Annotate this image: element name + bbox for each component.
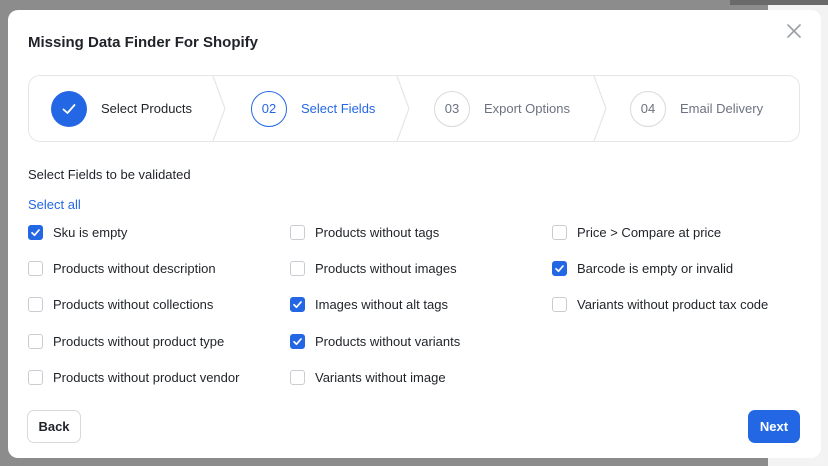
check-icon [51, 90, 87, 127]
next-button[interactable]: Next [748, 410, 800, 443]
step-label: Email Delivery [680, 101, 764, 116]
field-checkbox[interactable]: Variants without image [290, 367, 446, 387]
checkbox[interactable] [552, 296, 567, 312]
checkbox-label: Products without description [53, 260, 216, 276]
checkmark-icon [31, 228, 40, 236]
background-strip [730, 0, 828, 5]
checkbox[interactable] [28, 224, 43, 240]
checkbox-label: Barcode is empty or invalid [577, 260, 734, 276]
checkbox-label: Price > Compare at price [577, 224, 722, 240]
checkbox[interactable] [290, 224, 305, 240]
step-email-delivery[interactable]: 04 Email Delivery [630, 76, 763, 141]
close-icon[interactable] [783, 20, 805, 42]
field-checkbox[interactable]: Products without product type [28, 331, 224, 351]
checkbox-label: Images without alt tags [315, 296, 448, 312]
step-number: 04 [630, 90, 666, 127]
checkbox-label: Products without product type [53, 333, 225, 349]
checkbox[interactable] [28, 296, 43, 312]
checkbox[interactable] [290, 333, 305, 349]
checkmark-icon [293, 337, 302, 345]
select-all-link[interactable]: Select all [28, 197, 81, 212]
field-checkbox[interactable]: Products without product vendor [28, 367, 239, 387]
checkbox[interactable] [290, 260, 305, 276]
modal-dialog: Missing Data Finder For Shopify Select P… [8, 10, 821, 458]
checkmark-icon [293, 300, 302, 308]
back-button[interactable]: Back [27, 410, 81, 443]
step-number: 03 [434, 90, 470, 127]
step-export-options[interactable]: 03 Export Options [434, 76, 570, 141]
checkbox[interactable] [28, 260, 43, 276]
step-number: 02 [251, 90, 287, 127]
checkbox-label: Sku is empty [53, 224, 128, 240]
field-checkbox[interactable]: Sku is empty [28, 222, 127, 242]
chevron-right-icon [593, 76, 607, 141]
checkbox[interactable] [290, 296, 305, 312]
checkbox[interactable] [552, 224, 567, 240]
field-checkbox[interactable]: Products without variants [290, 331, 460, 351]
checkmark-icon [555, 264, 564, 272]
chevron-right-icon [212, 76, 226, 141]
modal-title: Missing Data Finder For Shopify [28, 34, 259, 51]
checkbox-label: Variants without image [315, 369, 446, 385]
field-checkbox[interactable]: Price > Compare at price [552, 222, 721, 242]
field-checkbox[interactable]: Variants without product tax code [552, 294, 768, 314]
checkbox-label: Products without variants [315, 333, 461, 349]
step-select-products[interactable]: Select Products [51, 76, 192, 141]
checkbox[interactable] [290, 369, 305, 385]
checkbox[interactable] [28, 333, 43, 349]
checkbox[interactable] [28, 369, 43, 385]
step-label: Select Fields [301, 101, 376, 116]
checkbox-label: Products without images [315, 260, 457, 276]
chevron-right-icon [396, 76, 410, 141]
step-label: Export Options [484, 101, 570, 116]
section-title: Select Fields to be validated [28, 167, 191, 182]
field-checkbox[interactable]: Barcode is empty or invalid [552, 258, 733, 278]
step-select-fields[interactable]: 02 Select Fields [251, 76, 375, 141]
field-checkbox[interactable]: Products without description [28, 258, 216, 278]
checkbox-label: Products without collections [53, 296, 214, 312]
field-checkbox[interactable]: Products without images [290, 258, 457, 278]
field-checkbox[interactable]: Images without alt tags [290, 294, 448, 314]
field-checkbox[interactable]: Products without tags [290, 222, 439, 242]
checkbox-label: Products without product vendor [53, 369, 240, 385]
field-checkbox[interactable]: Products without collections [28, 294, 213, 314]
checkbox-label: Products without tags [315, 224, 440, 240]
checkbox[interactable] [552, 260, 567, 276]
stepper: Select Products 02 Select Fields 03 Expo… [28, 75, 800, 142]
checkbox-label: Variants without product tax code [577, 296, 769, 312]
step-label: Select Products [101, 101, 193, 116]
